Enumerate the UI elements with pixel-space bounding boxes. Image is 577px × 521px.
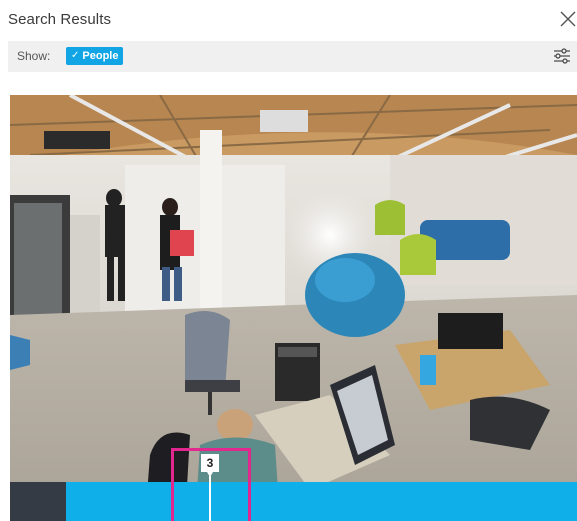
- filter-settings-icon[interactable]: [553, 48, 571, 64]
- camera-view-image[interactable]: [10, 95, 577, 521]
- people-filter-chip[interactable]: ✓ People: [66, 47, 124, 65]
- check-icon: ✓: [71, 50, 80, 61]
- event-timeline[interactable]: [10, 482, 577, 521]
- page-title: Search Results: [8, 11, 112, 28]
- search-results-panel: Search Results Show: ✓ People 3: [0, 0, 577, 521]
- chip-label: People: [82, 50, 119, 62]
- show-label: Show:: [17, 49, 51, 63]
- close-icon[interactable]: [559, 10, 577, 28]
- filter-bar: Show: ✓ People: [8, 41, 577, 72]
- timeline-past-segment: [10, 482, 66, 521]
- detection-marker-badge[interactable]: 3: [201, 454, 219, 477]
- panel-header: Search Results: [0, 0, 577, 40]
